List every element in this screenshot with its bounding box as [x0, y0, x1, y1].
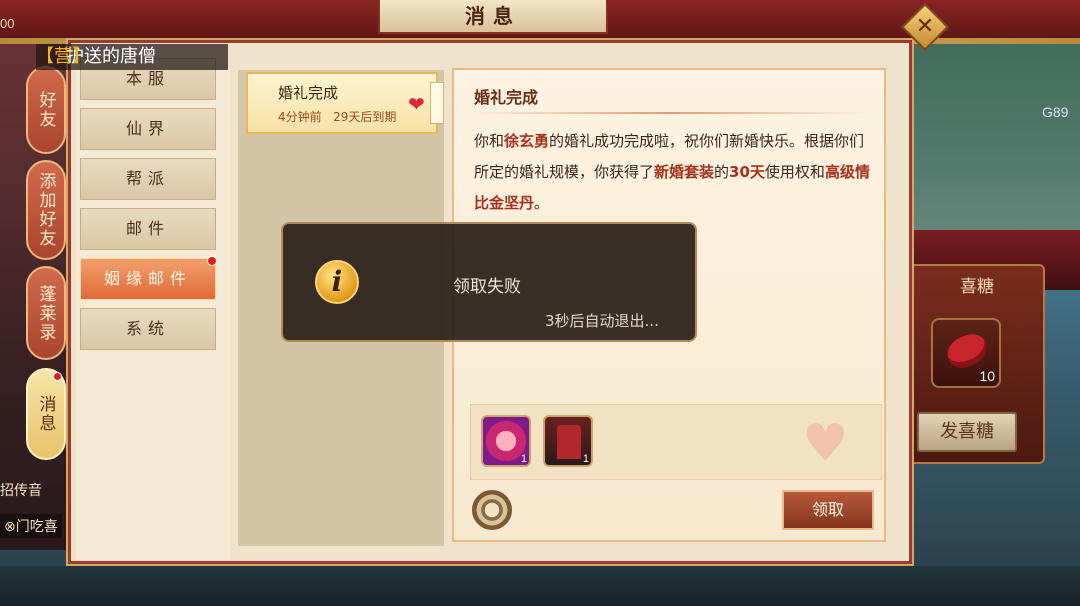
notification-dot	[207, 256, 217, 266]
category-list: 本服 仙界 帮派 邮件 姻缘邮件 系统	[76, 58, 230, 560]
side-tab-friends[interactable]: 好友	[26, 66, 66, 154]
side-tab-label: 消息	[35, 395, 56, 433]
background-building-right	[890, 20, 1080, 260]
claim-button[interactable]: 领取	[782, 490, 874, 530]
hearts-decoration: ♥	[802, 414, 849, 474]
side-tab-messages[interactable]: 消息	[26, 368, 66, 460]
give-candy-button[interactable]: 发喜糖	[917, 412, 1017, 452]
chat-channel-label[interactable]: 招传音	[0, 480, 42, 500]
settings-gear-icon[interactable]	[472, 490, 512, 530]
candy-count: 10	[979, 368, 995, 384]
partner-name: 徐玄勇	[504, 132, 550, 150]
side-tab-label: 蓬莱录	[35, 284, 56, 342]
chat-preview[interactable]: ⊗门吃喜	[0, 514, 62, 538]
category-guild[interactable]: 帮派	[80, 158, 216, 200]
reward-count: 1	[520, 453, 527, 465]
mail-item-meta: 4分钟前 29天后到期	[278, 108, 396, 125]
candy-panel: 喜糖 10 发喜糖	[905, 264, 1045, 464]
mail-item-time: 4分钟前	[278, 110, 322, 124]
title-divider	[466, 112, 872, 114]
category-label: 姻缘邮件	[103, 269, 192, 288]
body-text: 。	[534, 194, 550, 212]
mail-detail-body: 你和徐玄勇的婚礼成功完成啦，祝你们新婚快乐。根据你们所定的婚礼规模，你获得了新婚…	[474, 126, 874, 219]
side-tab-add-friend[interactable]: 添加好友	[26, 160, 66, 260]
reward-item-name: 新婚套装	[654, 163, 715, 181]
reward-duration: 30天	[729, 163, 765, 181]
mail-detail-title: 婚礼完成	[474, 88, 539, 107]
toast-message: 领取失败	[453, 277, 521, 297]
category-marriage-mail[interactable]: 姻缘邮件	[80, 256, 217, 300]
side-tab-label: 添加好友	[35, 172, 56, 248]
mail-list-item[interactable]: 婚礼完成 4分钟前 29天后到期 ❤	[246, 72, 444, 134]
hud-number: 00	[0, 16, 15, 31]
category-label: 帮派	[125, 169, 170, 188]
candy-item-slot[interactable]: 10	[931, 318, 1001, 388]
side-tab-penglai[interactable]: 蓬莱录	[26, 266, 66, 360]
reward-item-pill[interactable]: 1	[481, 415, 531, 467]
category-label: 系统	[125, 319, 170, 338]
reward-item-outfit[interactable]: 1	[543, 415, 593, 467]
scroll-tab-icon	[430, 82, 444, 124]
error-toast: i 领取失败 3秒后自动退出...	[281, 222, 697, 342]
heart-icon: ❤	[408, 92, 425, 116]
mail-item-title: 婚礼完成	[278, 84, 339, 102]
notice-tag: 【营】	[36, 46, 90, 67]
notice-bar: 【营】 护送的唐僧	[36, 44, 228, 70]
info-icon: i	[315, 260, 359, 304]
mail-item-expire: 29天后到期	[333, 110, 397, 124]
candy-icon	[943, 330, 991, 372]
category-label: 邮件	[125, 219, 170, 238]
toast-countdown: 3秒后自动退出...	[545, 312, 659, 330]
body-text: 的	[714, 163, 730, 181]
category-mail[interactable]: 邮件	[80, 208, 216, 250]
body-text: 使用权和	[764, 163, 825, 181]
category-immortal-realm[interactable]: 仙界	[80, 108, 216, 150]
notification-dot	[53, 372, 62, 381]
reward-count: 1	[582, 453, 589, 465]
category-label: 仙界	[125, 119, 170, 138]
category-label: 本服	[125, 69, 170, 88]
background-ground	[0, 566, 1080, 606]
body-text: 你和	[474, 132, 505, 150]
hud-coord: G89	[1042, 104, 1069, 120]
candy-title: 喜糖	[960, 277, 994, 297]
category-system[interactable]: 系统	[80, 308, 216, 350]
side-tab-label: 好友	[35, 91, 56, 129]
close-icon: ✕	[915, 14, 935, 39]
window-title: 消息	[378, 0, 608, 34]
